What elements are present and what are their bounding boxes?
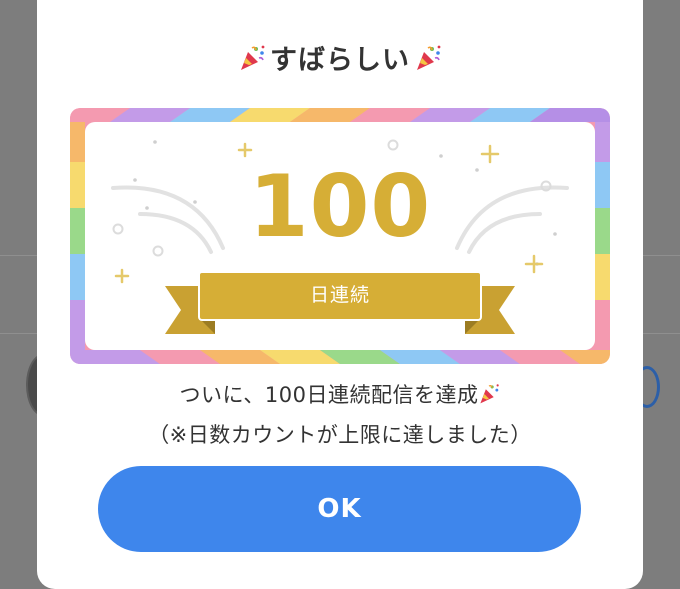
dialog-title-text: すばらしい (270, 45, 410, 76)
party-popper-icon (478, 383, 500, 405)
achievement-message: ついに、100日連続配信を達成 (37, 379, 643, 409)
achievement-message-text: ついに、100日連続配信を達成 (179, 383, 479, 407)
background-divider (0, 255, 37, 256)
limit-note: （※日数カウントが上限に達しました） (148, 423, 532, 447)
ribbon-label: 日連続 (309, 284, 370, 306)
background-divider (0, 333, 37, 334)
party-popper-icon (414, 44, 442, 72)
dialog-title: すばらしい (37, 38, 643, 77)
achievement-dialog: すばらしい 100 日連続 ついに、100日連続配信を達成 （※日数カウントが上… (37, 0, 643, 589)
background-divider (643, 333, 680, 334)
streak-badge-card: 100 日連続 (70, 108, 610, 364)
background-divider (643, 255, 680, 256)
ok-button[interactable]: OK (98, 466, 581, 552)
streak-count: 100 (248, 157, 432, 257)
party-popper-icon (238, 44, 266, 72)
badge-inner-panel: 100 日連続 (85, 122, 595, 350)
